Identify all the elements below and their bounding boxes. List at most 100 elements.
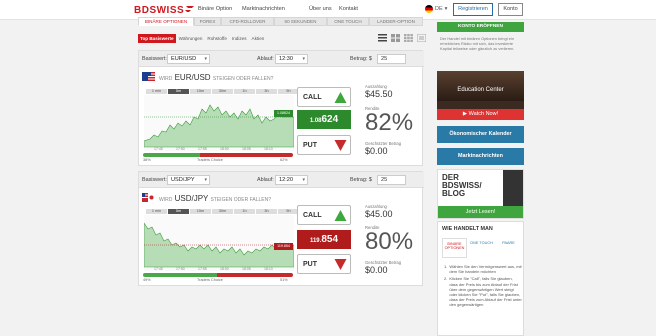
time-tick: 17:45	[154, 147, 163, 151]
timeframe-option[interactable]: 5m	[168, 89, 189, 94]
step-item: 2. Klicken Sie "Call", falls Sie glauben,…	[444, 276, 522, 308]
asset-select[interactable]: USD/JPY ▾	[167, 175, 210, 185]
timeframe-option[interactable]: 3h	[256, 209, 277, 214]
tab-60-seconds[interactable]: 60 SEKUNDEN	[274, 17, 327, 26]
payout-value: $45.50	[365, 89, 393, 99]
tab-binary-guide[interactable]: BINÄRE OPTIONEN	[442, 238, 467, 258]
chevron-down-icon: ▾	[444, 6, 448, 12]
language-label: DE	[435, 6, 443, 12]
tab-pairs-guide[interactable]: PAARE	[496, 238, 521, 258]
price-tag: 1.08624	[274, 110, 293, 117]
tab-one-touch-guide[interactable]: ONE TOUCH	[469, 238, 494, 258]
return-value: 80%	[365, 228, 414, 255]
price-chart[interactable]: 17:45 17:50 17:55 18:00 18:05 18:10	[144, 215, 294, 271]
brand-logo[interactable]: BDSWISS	[134, 5, 195, 16]
subtab-commodities[interactable]: Rohstoffe	[205, 34, 229, 43]
asset-select[interactable]: EUR/USD ▾	[167, 54, 210, 64]
watch-now-button[interactable]: ▶ Watch Now!	[437, 109, 524, 120]
timeframe-option[interactable]: 1h	[234, 209, 255, 214]
payout-value: $45.00	[365, 209, 393, 219]
amount-input[interactable]: 25	[377, 175, 406, 185]
timeframe-option[interactable]: 1h	[234, 89, 255, 94]
traders-choice-label: Traders Choice	[197, 158, 223, 162]
tab-binary-options[interactable]: BINÄRE OPTIONEN	[138, 17, 194, 26]
put-button[interactable]: PUT	[297, 135, 351, 155]
return-value: 82%	[365, 109, 414, 136]
time-tick: 17:55	[198, 147, 207, 151]
timeframe-option[interactable]: 3h	[256, 89, 277, 94]
account-button[interactable]: Konto	[498, 3, 523, 16]
subtab-stocks[interactable]: Aktien	[250, 34, 267, 43]
tab-forex[interactable]: FOREX	[194, 17, 221, 26]
expiry-select[interactable]: 12:30 ▾	[275, 54, 308, 64]
price-chart[interactable]: 17:45 17:50 17:55 18:00 18:05 18:10	[144, 95, 294, 151]
sentiment-bar	[143, 273, 293, 277]
asset-question: WIRD USD/JPY STEIGEN ODER FALLEN?	[159, 194, 272, 203]
price-tag: 119.854	[274, 243, 293, 250]
subtab-indices[interactable]: Indizes	[230, 34, 249, 43]
subtab-top-assets[interactable]: Top Basiswerte	[138, 34, 176, 43]
tab-ladder-option[interactable]: LADDER-OPTION	[369, 17, 423, 26]
nav-binary-option[interactable]: Binäre Option	[198, 6, 232, 12]
sentiment-left: 38%	[143, 158, 151, 162]
blog-banner[interactable]: DER BDSWISS/ BLOG Jetzt Lesen!	[437, 169, 524, 219]
amount-label: Betrag: $	[350, 56, 372, 62]
timeframe-option[interactable]: 1 min	[146, 89, 167, 94]
grid-view-icon[interactable]	[391, 34, 400, 42]
library-image	[437, 71, 524, 101]
language-selector[interactable]: DE ▾	[425, 5, 447, 13]
logo-mark-icon	[185, 6, 195, 12]
risk-disclaimer: Der Handel mit binären Optionen bringt e…	[440, 36, 515, 51]
tab-cfd-rollover[interactable]: CFD-ROLLOVER	[221, 17, 274, 26]
read-now-button[interactable]: Jetzt Lesen!	[438, 206, 523, 218]
timeframe-option[interactable]: 15m	[190, 209, 211, 214]
tab-one-touch[interactable]: ONE TOUCH	[327, 17, 369, 26]
sentiment-right: 62%	[280, 158, 288, 162]
register-button[interactable]: Registrieren	[453, 3, 493, 16]
time-tick: 17:45	[154, 267, 163, 271]
call-button[interactable]: CALL	[297, 87, 351, 107]
chevron-down-icon: ▾	[204, 177, 207, 183]
selector-bar: Basiswert: USD/JPY ▾ Ablauf: 12:20 ▾ Betra…	[139, 172, 424, 188]
compact-grid-icon[interactable]	[404, 34, 413, 42]
sentiment-right: 51%	[280, 278, 288, 282]
open-account-button[interactable]: KONTO ERÖFFNEN	[437, 22, 524, 32]
timeframe-selector: 1 min 5m 15m 30m 1h 3h 5h	[146, 209, 299, 214]
nav-about[interactable]: Über uns	[309, 6, 332, 12]
product-tabs: BINÄRE OPTIONEN FOREX CFD-ROLLOVER 60 SE…	[138, 17, 423, 26]
arrow-up-icon	[334, 210, 347, 221]
nav-market-news[interactable]: Marktnachrichten	[242, 6, 285, 12]
timeframe-option[interactable]: 30m	[212, 209, 233, 214]
timeframe-option[interactable]: 15m	[190, 89, 211, 94]
call-button[interactable]: CALL	[297, 205, 351, 225]
timeframe-option[interactable]: 30m	[212, 89, 233, 94]
how-to-trade-panel: WIE HANDELT MAN BINÄRE OPTIONEN ONE TOUC…	[437, 221, 524, 336]
nav-contact[interactable]: Kontakt	[339, 6, 358, 12]
expiry-select[interactable]: 12:20 ▾	[275, 175, 308, 185]
amount-label: Betrag: $	[350, 177, 372, 183]
blog-image	[503, 170, 523, 206]
tile-view-icon[interactable]	[417, 34, 426, 42]
time-tick: 17:50	[176, 147, 185, 151]
put-button[interactable]: PUT	[297, 254, 351, 274]
asset-question: WIRD EUR/USD STEIGEN ODER FALLEN?	[159, 73, 274, 82]
eurusd-flag-icon	[142, 72, 155, 81]
education-center-banner[interactable]: Education Center ▶ Watch Now!	[437, 71, 524, 120]
timeframe-option[interactable]: 5h	[278, 89, 299, 94]
expiry-label: Ablauf:	[257, 177, 274, 183]
arrow-up-icon	[334, 92, 347, 103]
protected-value: $0.00	[365, 146, 388, 156]
blog-title: DER BDSWISS/ BLOG	[442, 173, 482, 198]
timeframe-option[interactable]: 1 min	[146, 209, 167, 214]
timeframe-option[interactable]: 5m	[168, 209, 189, 214]
timeframe-option[interactable]: 5h	[278, 209, 299, 214]
trade-panel-eurusd: Basiswert: EUR/USD ▾ Ablauf: 12:30 ▾ Betra…	[138, 50, 424, 166]
list-view-icon[interactable]	[378, 34, 387, 42]
amount-input[interactable]: 25	[377, 54, 406, 64]
step-list: 1. Wählen Sie den Vermögenswert aus, mit …	[444, 264, 522, 308]
subtab-currencies[interactable]: Währungen	[177, 34, 205, 43]
market-news-button[interactable]: Marktnachrichten	[437, 148, 524, 165]
sentiment-bar	[143, 153, 293, 157]
how-to-trade-title: WIE HANDELT MAN	[442, 226, 493, 232]
economic-calendar-button[interactable]: Ökonomischer Kalender	[437, 126, 524, 143]
